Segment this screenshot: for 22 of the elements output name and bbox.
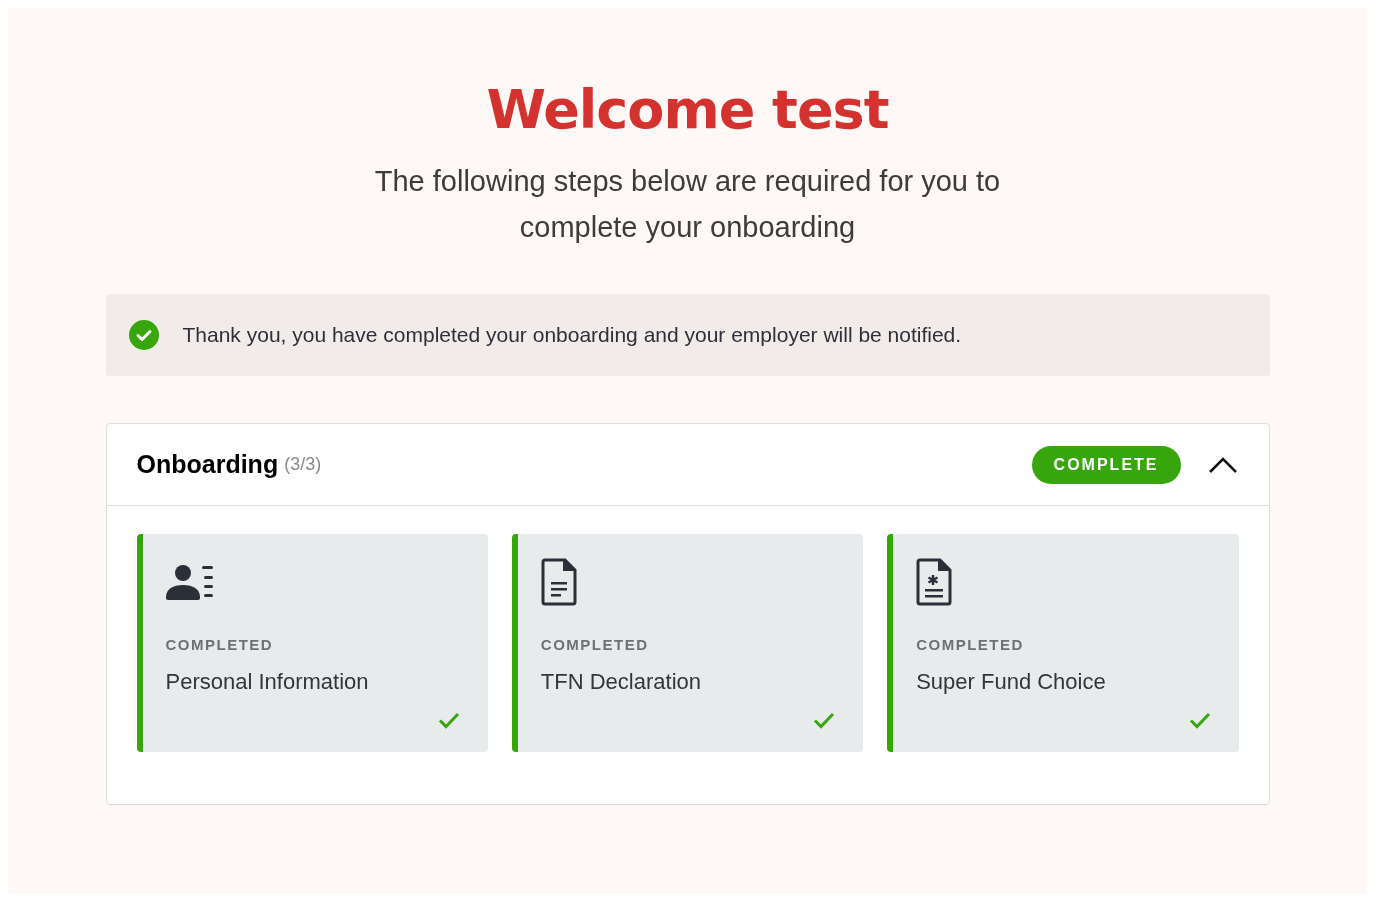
- page-subtitle: The following steps below are required for you to complete your onboarding: [373, 164, 1002, 245]
- status-badge: COMPLETE: [1031, 445, 1181, 484]
- check-icon: [813, 711, 836, 729]
- step-name: Super Fund Choice: [916, 667, 1107, 696]
- section-title: Onboarding: [136, 448, 279, 480]
- page-title: Welcome test: [486, 78, 889, 142]
- document-icon: [540, 558, 577, 606]
- document-asterisk-icon: [916, 558, 953, 606]
- step-name: Personal Information: [165, 667, 370, 696]
- step-name: TFN Declaration: [540, 667, 702, 696]
- check-circle-icon: [128, 320, 159, 350]
- step-card[interactable]: COMPLETED Super Fund Choice: [887, 534, 1239, 752]
- step-card[interactable]: COMPLETED Personal Information: [136, 534, 488, 752]
- person-list-icon: [165, 564, 214, 600]
- check-icon: [437, 711, 460, 729]
- banner-message: Thank you, you have completed your onboarding and your employer will be notified.: [182, 322, 962, 349]
- step-status: COMPLETED: [916, 635, 1025, 655]
- section-count: (3/3): [284, 453, 322, 476]
- step-card[interactable]: COMPLETED TFN Declaration: [511, 534, 864, 752]
- check-icon: [1188, 711, 1211, 729]
- step-status: COMPLETED: [165, 635, 275, 655]
- step-status: COMPLETED: [540, 635, 650, 655]
